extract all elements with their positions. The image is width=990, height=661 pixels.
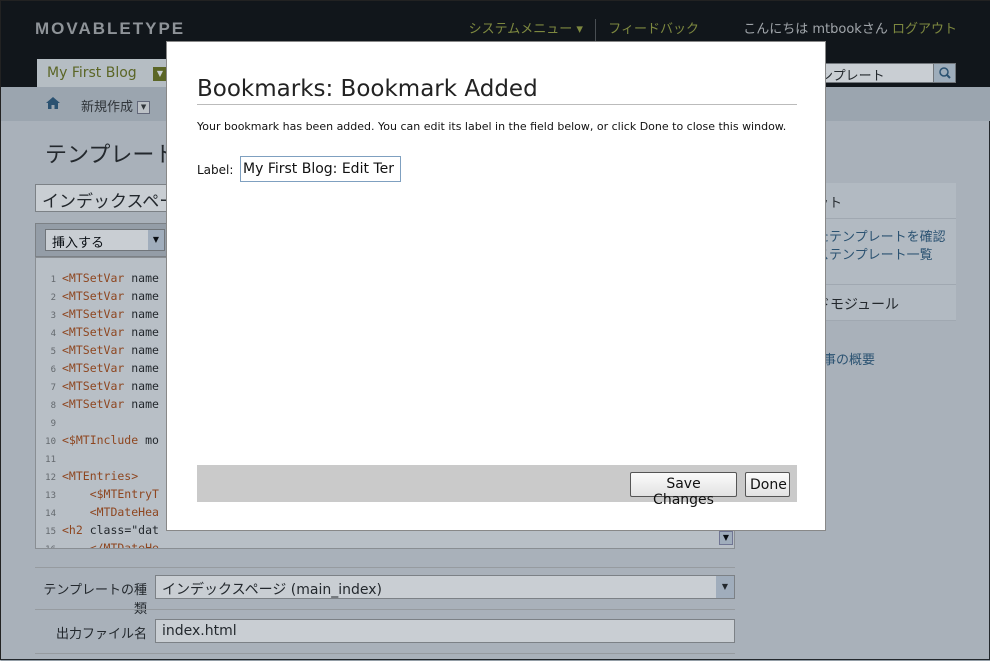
dialog-message: Your bookmark has been added. You can ed… — [197, 120, 787, 133]
dialog-button-bar: Save Changes Done — [197, 465, 797, 508]
label-field-label: Label: — [197, 163, 234, 177]
save-changes-button[interactable]: Save Changes — [630, 472, 737, 508]
label-input[interactable]: My First Blog: Edit Ter — [240, 156, 401, 182]
app-window: MOVABLETYPE システムメニュー ▾ フィードバック こんにちは mtb… — [0, 0, 990, 661]
bookmark-dialog: Bookmarks: Bookmark Added Your bookmark … — [166, 41, 826, 531]
dialog-title: Bookmarks: Bookmark Added — [197, 76, 797, 105]
done-button[interactable]: Done — [745, 472, 790, 497]
